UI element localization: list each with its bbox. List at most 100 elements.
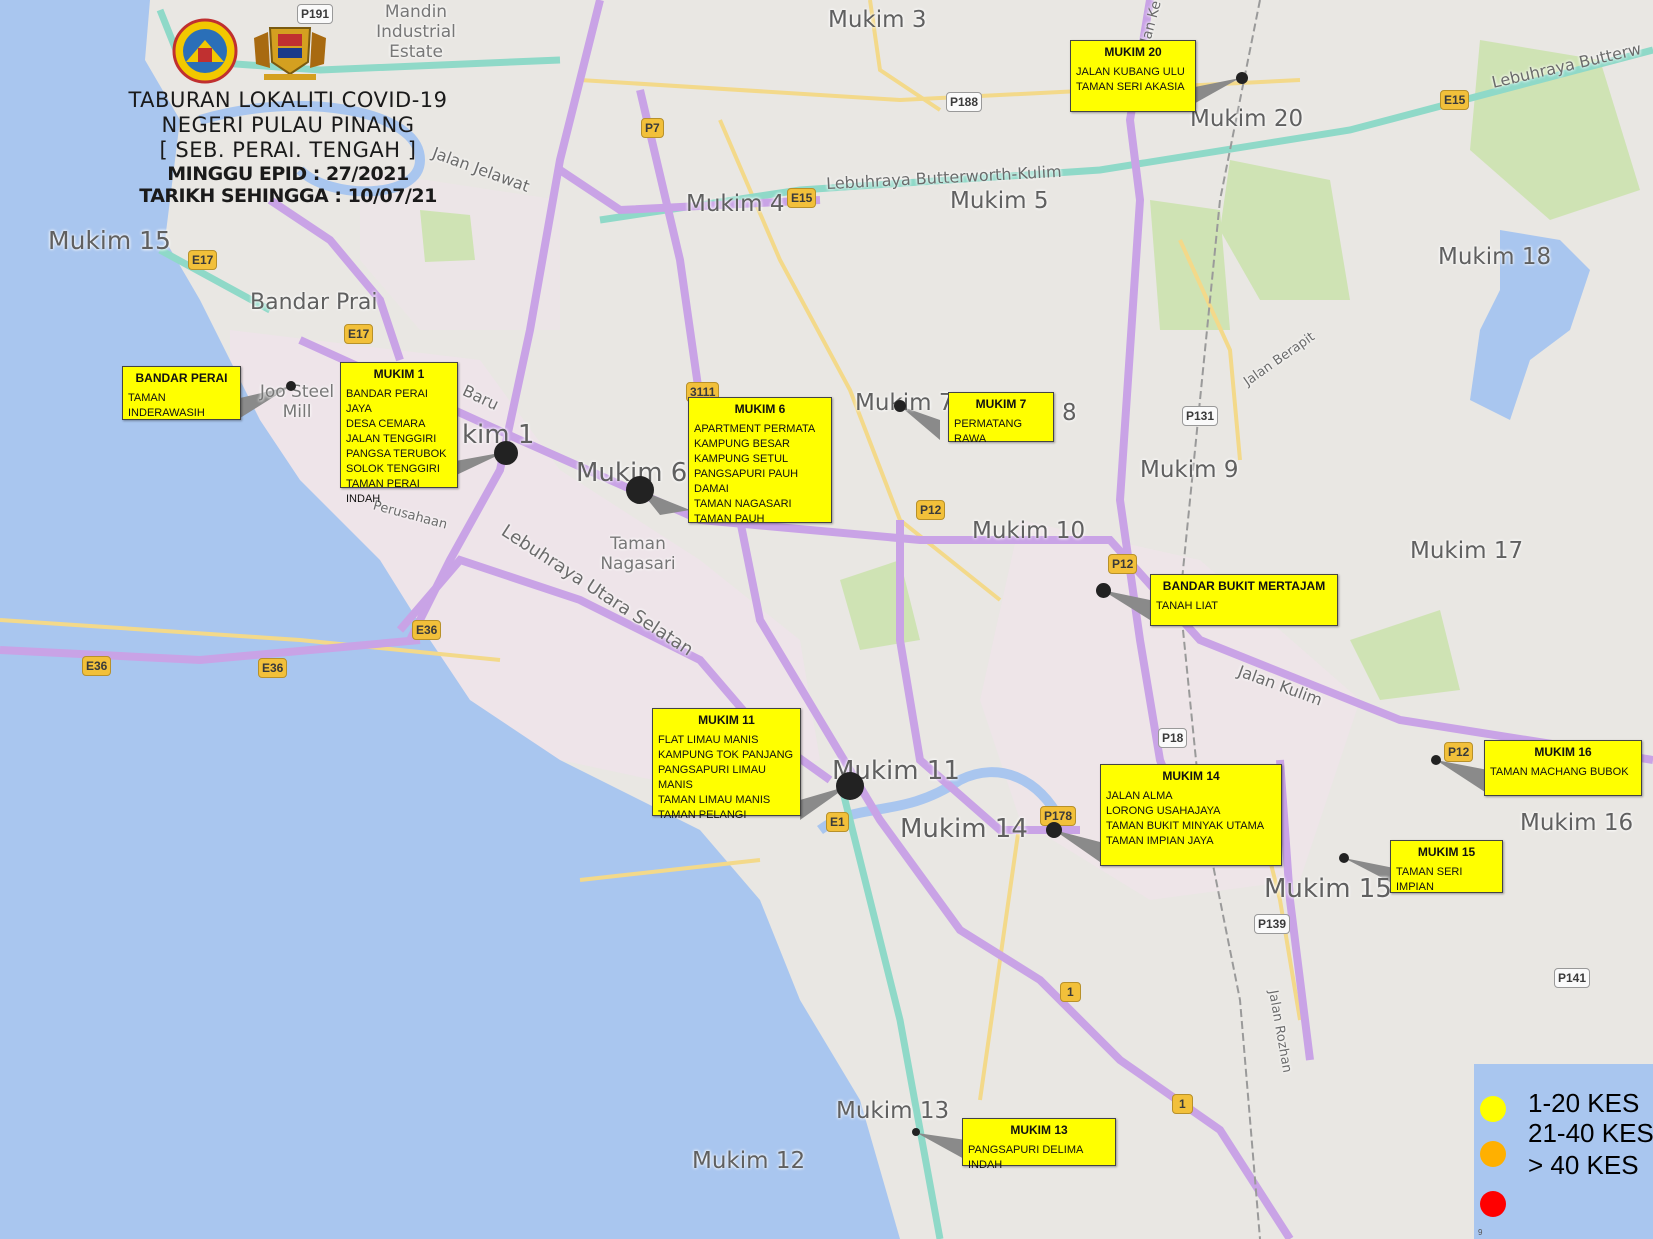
area-label-mukim-9: Mukim 9 xyxy=(1140,457,1239,483)
location-pin-bandar-bukit-mertajam[interactable] xyxy=(1096,583,1111,598)
callout-title: MUKIM 20 xyxy=(1104,45,1162,59)
epid-week: MINGGU EPID : 27/2021 xyxy=(167,163,409,185)
callout-places: PERMATANG RAWA xyxy=(954,417,1048,447)
callout-place: TAMAN INDERAWASIH xyxy=(128,392,205,419)
callout-mukim-6[interactable]: MUKIM 6 APARTMENT PERMATA KAMPUNG BESAR … xyxy=(688,397,832,525)
callout-mukim-16[interactable]: MUKIM 16 TAMAN MACHANG BUBOK xyxy=(1484,740,1642,796)
callout-title: MUKIM 6 xyxy=(734,402,786,416)
location-pin-mukim-7[interactable] xyxy=(894,400,906,412)
area-label-mukim-10: Mukim 10 xyxy=(972,518,1086,544)
title-line-2: NEGERI PULAU PINANG xyxy=(161,113,415,137)
callout-title: MUKIM 15 xyxy=(1417,845,1476,859)
road-shield-e1: E1 xyxy=(826,812,849,832)
callout-mukim-14[interactable]: MUKIM 14 JALAN ALMA LORONG USAHAJAYA TAM… xyxy=(1100,764,1282,866)
callout-mukim-1[interactable]: MUKIM 1 BANDAR PERAI JAYA DESA CEMARA JA… xyxy=(340,362,458,505)
callout-mukim-15[interactable]: MUKIM 15 TAMAN SERI IMPIAN xyxy=(1390,840,1503,893)
road-shield-p188: P188 xyxy=(946,92,983,112)
road-shield-e36: E36 xyxy=(258,658,288,678)
road-shield-route-1: 1 xyxy=(1060,982,1081,1002)
legend-dot-high xyxy=(1480,1191,1506,1217)
callout-place: JALAN ALMA xyxy=(1106,790,1173,802)
callout-title: MUKIM 14 xyxy=(1162,769,1220,783)
callout-title: MUKIM 1 xyxy=(373,367,425,381)
callout-title: MUKIM 11 xyxy=(698,713,755,727)
road-shield-p131: P131 xyxy=(1182,406,1219,426)
callout-mukim-13[interactable]: MUKIM 13 PANGSAPURI DELIMA INDAH xyxy=(962,1118,1116,1171)
callout-title: MUKIM 13 xyxy=(1010,1123,1068,1137)
map-title-block: TABURAN LOKALITI COVID-19 NEGERI PULAU P… xyxy=(98,88,478,207)
location-pin-mukim-16[interactable] xyxy=(1431,755,1441,765)
callout-places: TANAH LIAT xyxy=(1156,599,1332,614)
area-label-bandar-prai: Bandar Prai xyxy=(250,290,378,315)
location-pin-mukim-1[interactable] xyxy=(494,441,518,465)
callout-mukim-20[interactable]: MUKIM 20 JALAN KUBANG ULU TAMAN SERI AKA… xyxy=(1070,40,1196,112)
road-shield-p7: P7 xyxy=(641,118,664,138)
callout-place: LORONG USAHAJAYA xyxy=(1106,805,1221,817)
area-label-mukim-14: Mukim 14 xyxy=(900,814,1028,844)
callout-places: JALAN ALMA LORONG USAHAJAYA TAMAN BUKIT … xyxy=(1106,789,1276,849)
callout-mukim-7[interactable]: MUKIM 7 PERMATANG RAWA xyxy=(948,392,1054,445)
callout-place: APARTMENT PERMATA xyxy=(694,423,816,435)
callout-place: DESA CEMARA xyxy=(346,418,426,430)
callout-title: BANDAR BUKIT MERTAJAM xyxy=(1162,579,1326,593)
legend-label-high: > 40 KES xyxy=(1528,1150,1639,1180)
callout-places: BANDAR PERAI JAYA DESA CEMARA JALAN TENG… xyxy=(346,387,452,507)
callout-place: TAMAN SERI IMPIAN xyxy=(1396,866,1463,893)
callout-place: TAMAN SERI AKASIA xyxy=(1076,81,1185,93)
area-label-mukim-16: Mukim 16 xyxy=(1520,810,1634,836)
callout-places: JALAN KUBANG ULU TAMAN SERI AKASIA xyxy=(1076,65,1190,95)
callout-place: TAMAN BUKIT MINYAK UTAMA xyxy=(1106,820,1265,832)
road-shield-p18: P18 xyxy=(1158,728,1188,748)
area-label-mukim-3: Mukim 3 xyxy=(828,7,927,33)
location-pin-mukim-14[interactable] xyxy=(1046,822,1062,838)
callout-mukim-11[interactable]: MUKIM 11 FLAT LIMAU MANIS KAMPUNG TOK PA… xyxy=(652,708,801,821)
area-label-mukim-15-west: Mukim 15 xyxy=(48,226,171,255)
case-legend: 1-20 KES 21-40 KES > 40 KES 9 xyxy=(1474,1064,1653,1239)
area-label-mukim-13: Mukim 13 xyxy=(836,1098,950,1124)
area-label-mandin-industrial-estate: Mandin Industrial Estate xyxy=(376,2,456,62)
road-shield-e17: E17 xyxy=(344,324,374,344)
callout-place: PERMATANG RAWA xyxy=(954,418,1023,445)
callout-place: TAMAN IMPIAN JAYA xyxy=(1106,835,1214,847)
callout-title: MUKIM 16 xyxy=(1534,745,1592,759)
location-pin-bandar-perai[interactable] xyxy=(286,381,296,391)
national-coat-of-arms-logo xyxy=(250,18,330,84)
road-shield-e17: E17 xyxy=(188,250,218,270)
area-label-mukim-17: Mukim 17 xyxy=(1410,538,1524,564)
location-pin-mukim-15[interactable] xyxy=(1339,853,1349,863)
callout-place: PANGSA TERUBOK xyxy=(346,448,447,460)
callout-place: FLAT LIMAU MANIS xyxy=(658,734,759,746)
callout-place: KAMPUNG TOK PANJANG xyxy=(658,749,794,761)
location-pin-mukim-20[interactable] xyxy=(1236,72,1248,84)
callout-place: KAMPUNG SETUL xyxy=(694,453,789,465)
area-label-mukim-8: 8 xyxy=(1062,400,1077,426)
callout-place: PANGSAPURI DELIMA INDAH xyxy=(968,1144,1083,1171)
callout-bandar-bukit-mertajam[interactable]: BANDAR BUKIT MERTAJAM TANAH LIAT xyxy=(1150,574,1338,626)
callout-places: APARTMENT PERMATA KAMPUNG BESAR KAMPUNG … xyxy=(694,422,826,527)
callout-place: KAMPUNG BESAR xyxy=(694,438,790,450)
callout-places: FLAT LIMAU MANIS KAMPUNG TOK PANJANG PAN… xyxy=(658,733,795,823)
callout-place: TANAH LIAT xyxy=(1156,600,1218,612)
callout-place: JALAN TENGGIRI xyxy=(346,433,437,445)
callout-places: TAMAN SERI IMPIAN xyxy=(1396,865,1497,895)
callout-title: BANDAR PERAI xyxy=(135,371,228,385)
location-pin-mukim-11[interactable] xyxy=(836,772,864,800)
callout-places: PANGSAPURI DELIMA INDAH xyxy=(968,1143,1110,1173)
callout-place: TAMAN MACHANG BUBOK xyxy=(1490,766,1629,778)
location-pin-mukim-6[interactable] xyxy=(626,476,654,504)
location-pin-mukim-13[interactable] xyxy=(912,1128,920,1136)
callout-places: TAMAN MACHANG BUBOK xyxy=(1490,765,1636,780)
area-label-taman-nagasari: Taman Nagasari xyxy=(600,534,676,574)
callout-places: TAMAN INDERAWASIH xyxy=(128,391,235,421)
road-shield-p12: P12 xyxy=(1444,742,1474,762)
legend-dot-low xyxy=(1480,1096,1506,1122)
callout-place: TAMAN LIMAU MANIS xyxy=(658,794,771,806)
road-shield-e36: E36 xyxy=(412,620,442,640)
area-label-mukim-20: Mukim 20 xyxy=(1190,106,1304,132)
legend-footnote: 9 xyxy=(1478,1228,1483,1237)
callout-bandar-perai[interactable]: BANDAR PERAI TAMAN INDERAWASIH xyxy=(122,366,241,420)
callout-place: TAMAN PELANGI xyxy=(658,809,747,821)
road-shield-e15: E15 xyxy=(787,188,817,208)
area-label-mukim-15-east: Mukim 15 xyxy=(1264,874,1392,904)
callout-place: JALAN KUBANG ULU xyxy=(1076,66,1185,78)
